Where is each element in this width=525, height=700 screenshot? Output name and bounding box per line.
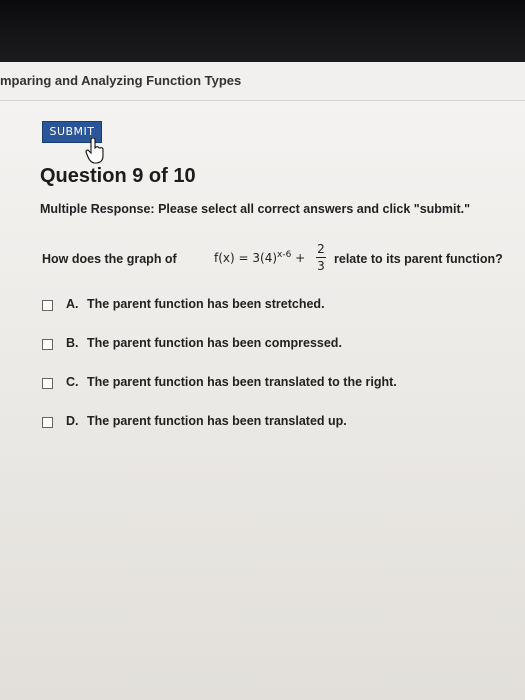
option-b-checkbox[interactable] <box>42 339 53 350</box>
fraction-numerator: 2 <box>317 242 325 256</box>
lesson-title-bar: mparing and Analyzing Function Types <box>0 62 525 101</box>
fraction-denominator: 3 <box>317 259 325 273</box>
option-b-text: The parent function has been compressed. <box>87 336 342 350</box>
question-prompt: How does the graph of f(x) = 3(4)x-6 + 2… <box>42 242 512 280</box>
question-title: Question 9 of 10 <box>40 165 196 187</box>
lesson-title: mparing and Analyzing Function Types <box>0 73 242 88</box>
option-c-text: The parent function has been translated … <box>87 375 397 389</box>
question-instructions: Multiple Response: Please select all cor… <box>40 202 471 216</box>
option-b[interactable]: B. The parent function has been compress… <box>42 335 482 355</box>
option-c[interactable]: C. The parent function has been translat… <box>42 374 482 394</box>
prompt-text-before: How does the graph of <box>42 252 177 266</box>
function-expression: f(x) = 3(4)x-6 + <box>214 250 305 265</box>
option-a[interactable]: A. The parent function has been stretche… <box>42 296 482 316</box>
fraction-bar <box>316 257 326 258</box>
function-lhs: f(x) = 3(4) <box>214 251 278 265</box>
function-exponent: x-6 <box>277 250 292 260</box>
option-d-letter: D. <box>66 414 79 428</box>
option-a-checkbox[interactable] <box>42 300 53 311</box>
option-c-letter: C. <box>66 375 79 389</box>
hand-cursor-icon <box>85 138 104 164</box>
option-a-letter: A. <box>66 297 79 311</box>
option-c-checkbox[interactable] <box>42 378 53 389</box>
option-a-text: The parent function has been stretched. <box>87 297 325 311</box>
option-d[interactable]: D. The parent function has been translat… <box>42 413 482 433</box>
option-b-letter: B. <box>66 336 79 350</box>
screen-bezel <box>0 0 525 62</box>
question-panel: SUBMIT Question 9 of 10 Multiple Respons… <box>0 101 525 700</box>
function-plus: + <box>295 251 306 265</box>
prompt-text-after: relate to its parent function? <box>334 252 503 266</box>
option-d-text: The parent function has been translated … <box>87 414 347 428</box>
option-d-checkbox[interactable] <box>42 417 53 428</box>
function-fraction: 2 3 <box>316 242 326 273</box>
